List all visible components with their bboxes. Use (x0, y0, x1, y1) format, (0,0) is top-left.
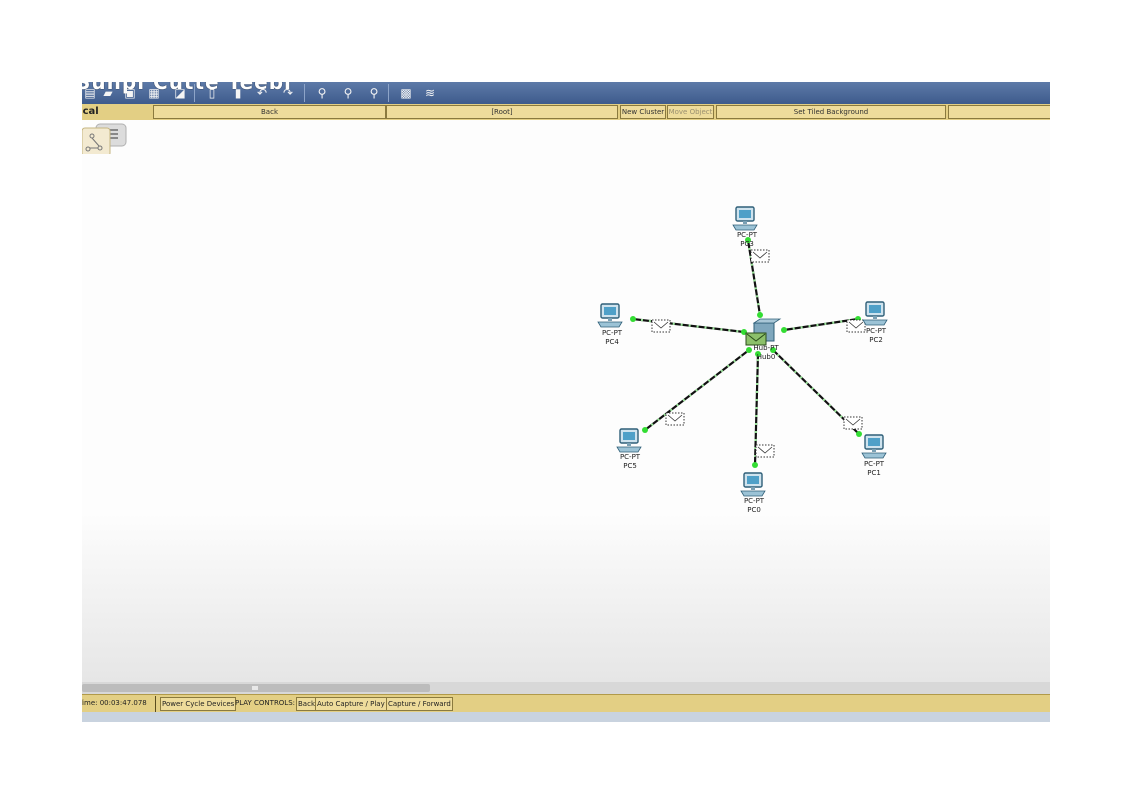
pc-device-pc0[interactable]: PC-PTPC0 (740, 472, 766, 514)
pdu-envelope-icon[interactable] (750, 249, 770, 263)
pdu-envelope-icon[interactable] (846, 319, 866, 333)
pc-device-pc1[interactable]: PC-PTPC1 (861, 434, 887, 477)
device-name-label: PC3 (740, 240, 754, 248)
horizontal-scrollbar[interactable] (82, 682, 1050, 694)
device-type-label: PC-PT (866, 327, 887, 335)
links (630, 237, 862, 468)
pc-device-pc5[interactable]: PC-PTPC5 (616, 428, 642, 470)
power-cycle-devices-button[interactable]: Power Cycle Devices (160, 697, 237, 711)
device-name-label: PC0 (747, 506, 761, 514)
divider (155, 696, 156, 712)
device-name-label: PC4 (605, 338, 619, 346)
device-type-label: PC-PT (744, 497, 765, 505)
device-type-label: PC-PT (620, 453, 641, 461)
auto-capture-play-button[interactable]: Auto Capture / Play (315, 697, 387, 711)
device-type-label: PC-PT (864, 460, 885, 468)
pc-device-pc3[interactable]: PC-PTPC3 (732, 206, 758, 248)
pc-icon (861, 434, 887, 459)
simulation-bar: Time: 00:03:47.078 Power Cycle Devices P… (82, 694, 1050, 713)
pdu-envelope-icon[interactable] (843, 416, 863, 430)
device-type-label: PC-PT (602, 329, 623, 337)
time-display: Time: 00:03:47.078 (82, 699, 147, 707)
pdu-envelope-icon[interactable] (651, 319, 671, 333)
device-type-label: PC-PT (737, 231, 758, 239)
pdu-envelope-icon[interactable] (665, 412, 685, 426)
device-name-label: Hub0 (757, 353, 776, 361)
link-light (630, 316, 636, 322)
pdu-envelope-icon[interactable] (755, 444, 775, 458)
pc-icon (616, 428, 642, 453)
link-light (856, 431, 862, 437)
device-name-label: PC2 (869, 336, 883, 344)
packet-tracer-window: Sunpi Cutte Teebi ▤ ▰ ▣ ▦ ◪ ▯ ▮ ↶ ↷ ⚲ ⚲ … (82, 82, 1050, 722)
device-name-label: PC1 (867, 469, 881, 477)
device-tray (82, 712, 1050, 722)
capture-forward-button[interactable]: Capture / Forward (386, 697, 453, 711)
link-light (746, 347, 752, 353)
device-type-label: Hub-PT (753, 344, 779, 352)
pc-device-pc2[interactable]: PC-PTPC2 (862, 301, 888, 344)
pc-device-pc4[interactable]: PC-PTPC4 (597, 303, 623, 346)
scrollbar-grip (252, 686, 258, 690)
link-light (757, 312, 763, 318)
network-topology: PC-PTPC3PC-PTPC2PC-PTPC4PC-PTPC5PC-PTPC0… (597, 206, 888, 514)
play-controls-label: PLAY CONTROLS: (235, 699, 296, 707)
hub-device-hub0[interactable]: Hub-PTHub0 (745, 318, 782, 361)
device-name-label: PC5 (623, 462, 637, 470)
link-light (781, 327, 787, 333)
pc-icon (732, 206, 758, 231)
link-light (752, 462, 758, 468)
play-back-button[interactable]: Back (296, 697, 317, 711)
pc-icon (740, 472, 766, 497)
link-light (642, 427, 648, 433)
pc-icon (862, 301, 888, 326)
pc-icon (597, 303, 623, 328)
